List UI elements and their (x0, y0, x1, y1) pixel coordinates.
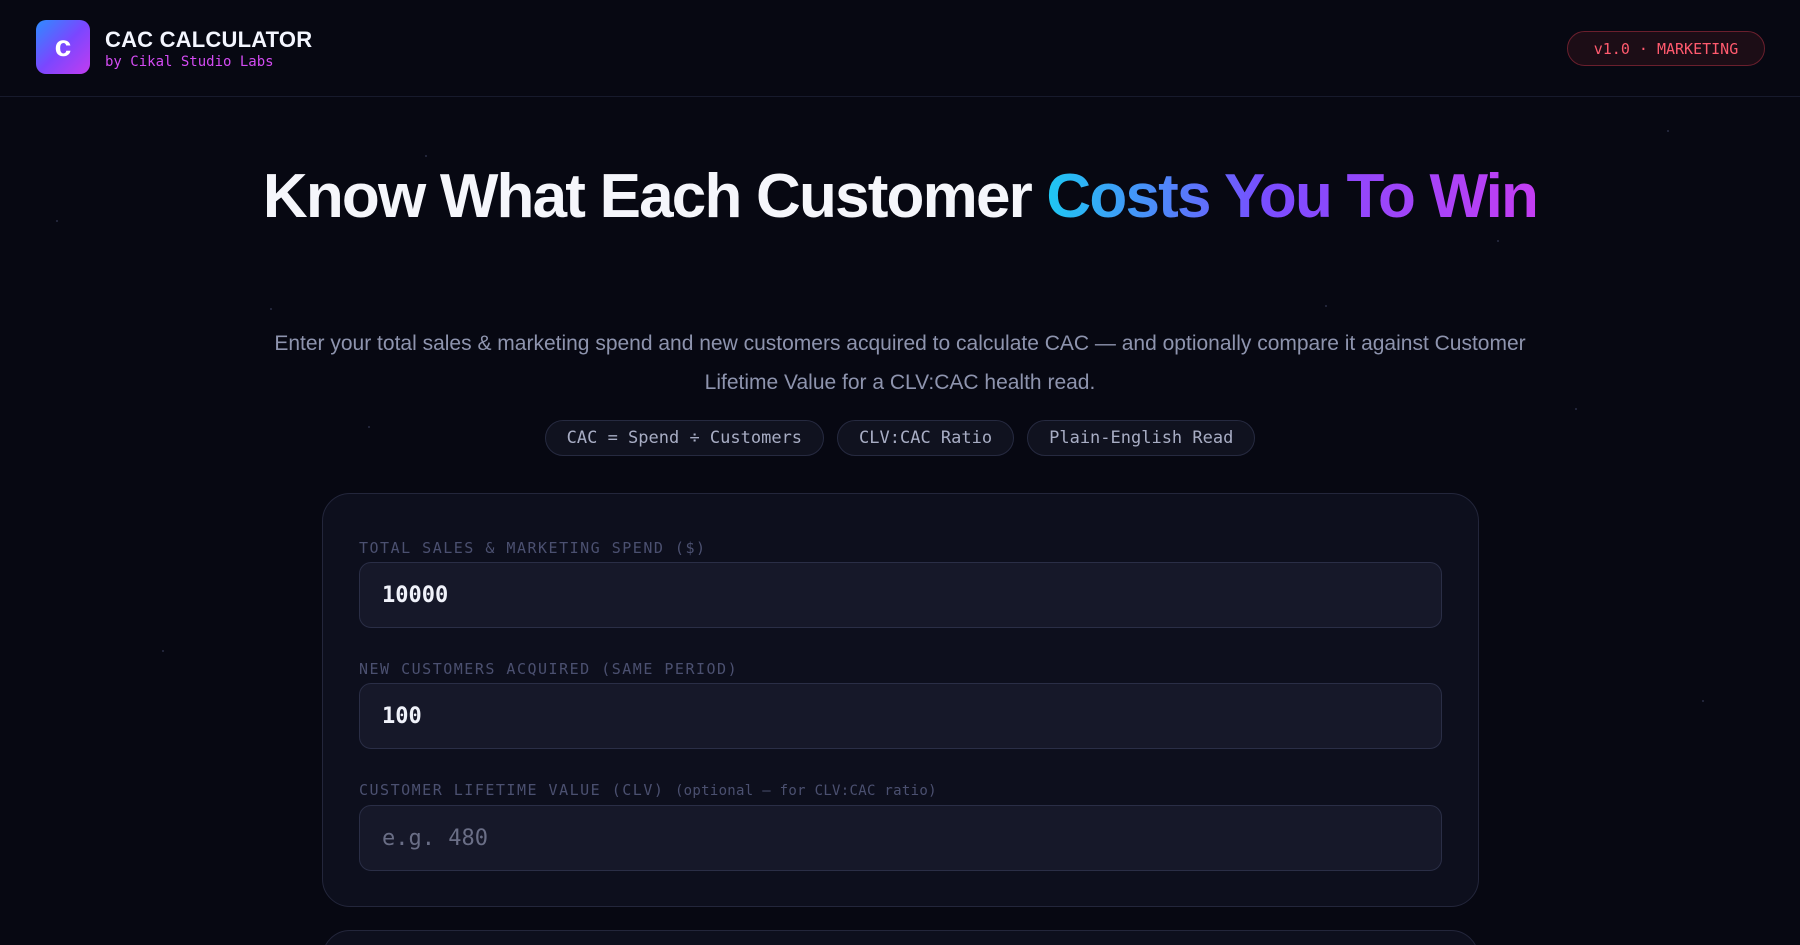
app-logo-icon[interactable]: c (36, 20, 90, 74)
app-title: CAC CALCULATOR (105, 27, 313, 52)
page-subtitle: Enter your total sales & marketing spend… (274, 332, 1526, 394)
clv-input[interactable] (359, 805, 1442, 871)
chip-plain-english-read: Plain-English Read (1027, 420, 1256, 456)
app-subtitle: by Cikal Studio Labs (105, 54, 274, 70)
page-title: Know What Each Customer Costs You To Win (200, 160, 1600, 234)
background-star (162, 650, 164, 652)
app-page: c CAC CALCULATOR by Cikal Studio Labs v1… (0, 0, 1800, 945)
spend-label: TOTAL SALES & MARKETING SPEND ($) (359, 539, 707, 557)
customers-input[interactable] (359, 683, 1442, 749)
background-star (1497, 240, 1499, 242)
results-card (322, 930, 1479, 945)
background-star (1575, 408, 1577, 410)
background-star (1667, 130, 1669, 132)
background-star (1702, 700, 1704, 702)
background-star (1325, 305, 1327, 307)
background-star (270, 308, 272, 310)
title-plain: Know What Each Customer (262, 162, 1047, 231)
background-star (425, 155, 427, 157)
chip-clv-cac-ratio: CLV:CAC Ratio (837, 420, 1015, 456)
customers-label: NEW CUSTOMERS ACQUIRED (SAME PERIOD) (359, 660, 739, 678)
clv-optional-note: (optional — for CLV:CAC ratio) (674, 783, 937, 799)
logo-letter: c (54, 30, 72, 63)
clv-label-row: CUSTOMER LIFETIME VALUE (CLV) (optional … (359, 781, 937, 799)
version-badge: v1.0 · MARKETING (1567, 31, 1765, 66)
chip-cac-formula: CAC = Spend ÷ Customers (544, 420, 825, 456)
title-accent: Costs You To Win (1046, 162, 1539, 231)
top-bar: c CAC CALCULATOR by Cikal Studio Labs v1… (0, 0, 1800, 97)
feature-chips: CAC = Spend ÷ Customers CLV:CAC Ratio Pl… (0, 420, 1800, 456)
input-card: TOTAL SALES & MARKETING SPEND ($) NEW CU… (322, 493, 1479, 907)
spend-input[interactable] (359, 562, 1442, 628)
background-star (56, 220, 58, 222)
clv-label: CUSTOMER LIFETIME VALUE (CLV) (359, 781, 665, 799)
